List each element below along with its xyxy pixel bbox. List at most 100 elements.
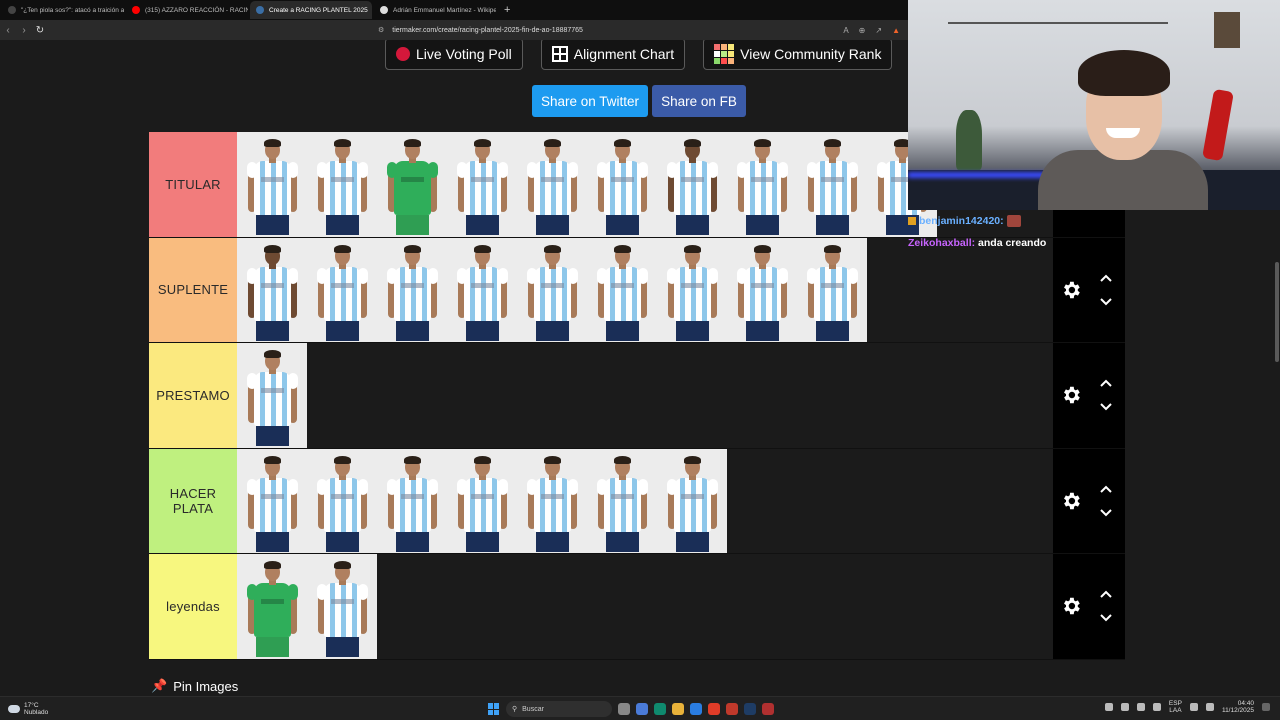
alignment-chart-button[interactable]: Alignment Chart [540, 40, 686, 70]
player-card[interactable] [307, 132, 377, 237]
file-explorer-icon[interactable] [672, 703, 684, 715]
gear-icon[interactable] [1060, 595, 1082, 617]
task-view-icon[interactable] [618, 703, 630, 715]
player-card[interactable] [587, 237, 657, 342]
player-card[interactable] [657, 448, 727, 553]
copilot-icon[interactable] [636, 703, 648, 715]
share-facebook-button[interactable]: Share on FB [652, 85, 746, 117]
zoom-icon[interactable]: ⊕ [859, 26, 866, 35]
player-card[interactable] [237, 132, 307, 237]
live-voting-poll-button[interactable]: Live Voting Poll [385, 40, 523, 70]
view-community-rank-button[interactable]: View Community Rank [703, 40, 893, 70]
notifications-icon[interactable] [1262, 703, 1270, 711]
goalkeeper-card[interactable] [237, 554, 307, 659]
player-card[interactable] [797, 132, 867, 237]
player-card[interactable] [307, 448, 377, 553]
gear-icon[interactable] [1060, 490, 1082, 512]
move-tier-arrows-icon[interactable] [1099, 272, 1113, 308]
tray-overflow-icon[interactable] [1104, 703, 1113, 711]
calendar-app-icon[interactable] [726, 703, 738, 715]
weather-widget[interactable]: 17°C Nublado [8, 702, 48, 716]
share-icon[interactable]: ↗ [875, 26, 882, 35]
network-app-icon[interactable] [1120, 703, 1129, 711]
clock[interactable]: 04:40 11/12/2025 [1222, 700, 1254, 714]
player-card[interactable] [657, 237, 727, 342]
move-tier-arrows-icon[interactable] [1099, 377, 1113, 413]
player-card[interactable] [237, 448, 307, 553]
tier-controls [1053, 554, 1125, 659]
player-card[interactable] [237, 237, 307, 342]
pin-images-toggle[interactable]: 📌 Pin Images [151, 678, 238, 694]
cloud-icon [8, 704, 20, 713]
tune-icon[interactable]: ⚙ [378, 26, 384, 34]
translate-icon[interactable]: A [843, 26, 848, 35]
page-scrollbar[interactable] [1274, 250, 1280, 696]
player-card[interactable] [307, 554, 377, 659]
store-icon[interactable] [654, 703, 666, 715]
reload-icon[interactable]: ↻ [32, 25, 48, 36]
tier-label[interactable]: leyendas [149, 554, 237, 659]
tier-label[interactable]: TITULAR [149, 132, 237, 237]
wifi-icon[interactable] [1189, 703, 1198, 711]
search-icon: ⚲ [512, 706, 518, 713]
player-card[interactable] [517, 448, 587, 553]
share-twitter-button[interactable]: Share on Twitter [532, 85, 649, 117]
goalkeeper-card[interactable] [377, 132, 447, 237]
gear-icon[interactable] [1060, 384, 1082, 406]
brave-icon[interactable] [708, 703, 720, 715]
browser-tab[interactable]: (315) AZZARO REACCIÓN - RACING [126, 1, 248, 19]
scrollbar-thumb[interactable] [1275, 262, 1279, 362]
shield-icon[interactable]: ▲ [892, 26, 900, 35]
taskbar-search[interactable]: ⚲ Buscar [506, 701, 612, 717]
tier-grid-cell [714, 44, 721, 50]
steam-icon[interactable] [744, 703, 756, 715]
player-card[interactable] [237, 343, 307, 448]
player-card[interactable] [447, 132, 517, 237]
tier-label[interactable]: HACER PLATA [149, 448, 237, 553]
plant [956, 110, 982, 170]
windows-start-icon[interactable] [488, 703, 500, 715]
discord-icon[interactable] [1136, 703, 1145, 711]
tier-label[interactable]: SUPLENTE [149, 237, 237, 342]
player-card[interactable] [727, 132, 797, 237]
url-text[interactable]: tiermaker.com/create/racing-plantel-2025… [392, 27, 583, 34]
player-card[interactable] [587, 132, 657, 237]
tier-dropzone[interactable] [237, 554, 1053, 659]
player-card[interactable] [307, 237, 377, 342]
browser-tab[interactable]: Adrián Emmanuel Martínez - Wikipe [374, 1, 496, 19]
mic-icon[interactable] [1152, 703, 1161, 711]
forward-icon[interactable]: › [16, 25, 32, 36]
obs-icon[interactable] [762, 703, 774, 715]
player-card[interactable] [517, 237, 587, 342]
player-card[interactable] [447, 237, 517, 342]
move-tier-arrows-icon[interactable] [1099, 483, 1113, 519]
volume-icon[interactable] [1205, 703, 1214, 711]
player-card[interactable] [727, 237, 797, 342]
tier-dropzone[interactable] [237, 343, 1053, 448]
tier-label[interactable]: PRESTAMO [149, 343, 237, 448]
url-field[interactable]: ⚙ tiermaker.com/create/racing-plantel-20… [378, 26, 583, 35]
search-placeholder: Buscar [522, 705, 544, 713]
player-card[interactable] [447, 448, 517, 553]
player-card[interactable] [377, 237, 447, 342]
tier-dropzone[interactable] [237, 448, 1053, 553]
player-card[interactable] [587, 448, 657, 553]
edge-icon[interactable] [690, 703, 702, 715]
browser-tab[interactable]: "¿Ten piola sos?": atacó a traición a u [2, 1, 124, 19]
browser-tab[interactable]: Create a RACING PLANTEL 2025× [250, 1, 372, 19]
tab-title: (315) AZZARO REACCIÓN - RACING [145, 6, 248, 14]
taskbar-apps: ⚲ Buscar [488, 701, 774, 717]
tier-grid-cell [728, 58, 735, 64]
player-card[interactable] [377, 448, 447, 553]
player-card[interactable] [797, 237, 867, 342]
player-card[interactable] [657, 132, 727, 237]
player-card[interactable] [517, 132, 587, 237]
move-tier-arrows-icon[interactable] [1099, 588, 1113, 624]
tier-grid-icon [714, 44, 735, 64]
gear-icon[interactable] [1060, 279, 1082, 301]
grid-icon [551, 46, 568, 62]
tier-grid-cell [728, 44, 735, 50]
new-tab-icon[interactable]: + [504, 4, 510, 16]
back-icon[interactable]: ‹ [0, 25, 16, 36]
input-language[interactable]: ESP LAA [1169, 700, 1182, 714]
